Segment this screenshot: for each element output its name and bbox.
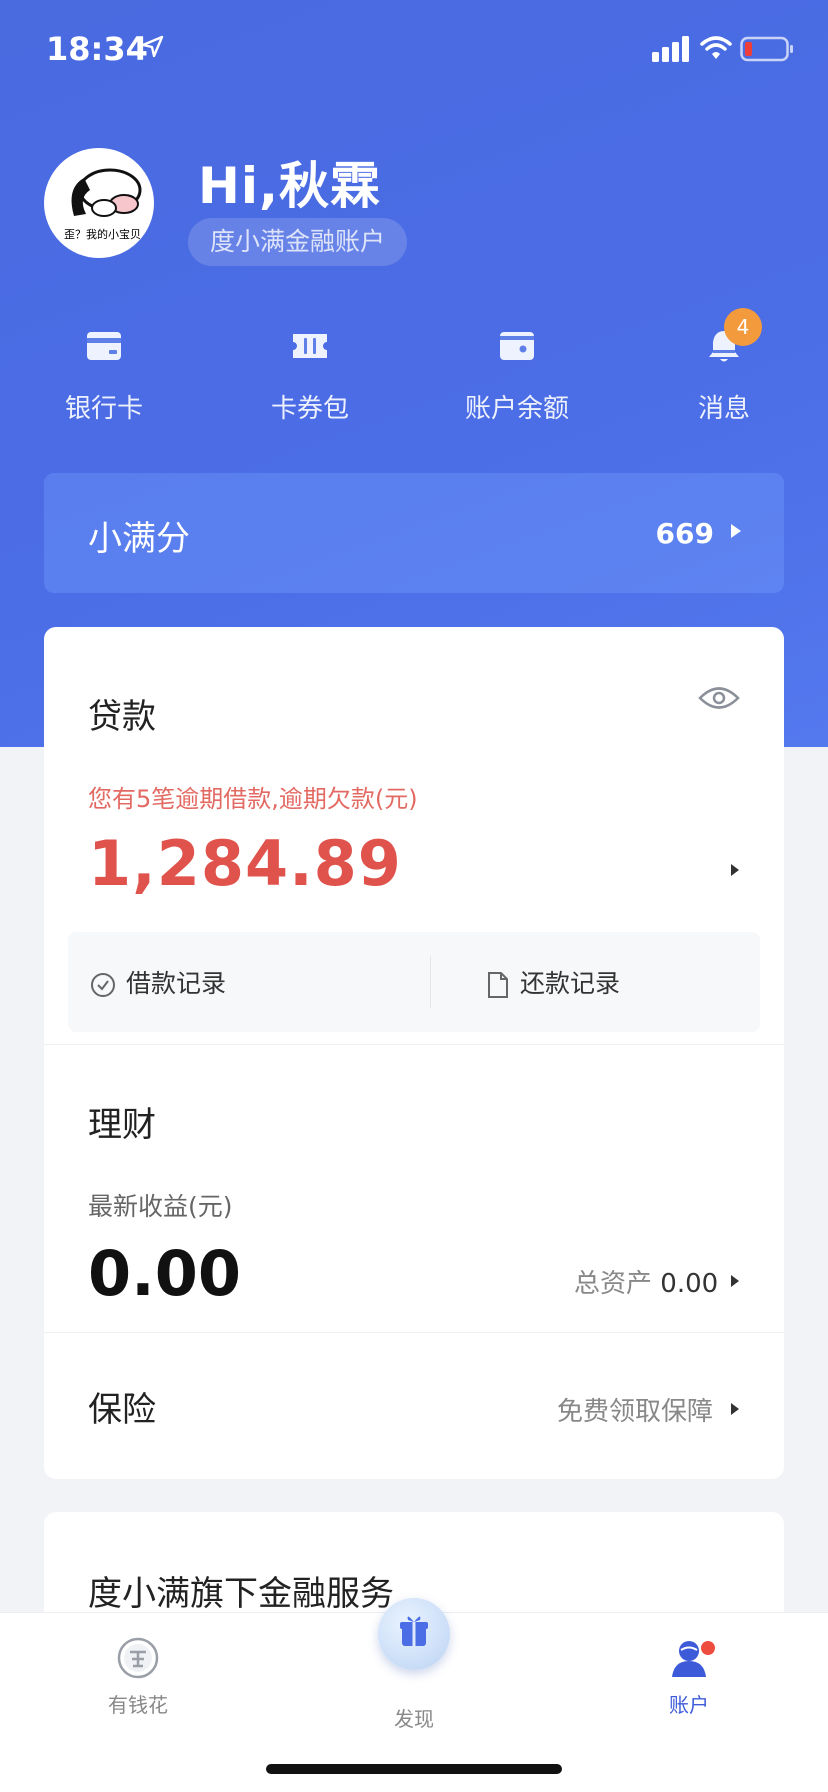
finance-card: 贷款 您有5笔逾期借款,逾期欠款(元) 1,284.89 借款记录 还款记录 理… (44, 627, 784, 1479)
records-bar: 借款记录 还款记录 (68, 932, 760, 1032)
divider (44, 1332, 784, 1333)
arrow-right-icon[interactable] (730, 1402, 740, 1416)
bank-card-icon (87, 332, 121, 360)
quick-action-bank-card[interactable]: 银行卡 (29, 326, 179, 425)
location-arrow-icon (141, 35, 164, 58)
coin-icon (117, 1637, 159, 1679)
tab-label: 有钱花 (108, 1693, 168, 1717)
total-assets-label: 总资产 (574, 1269, 653, 1299)
insurance-title: 保险 (88, 1390, 156, 1430)
insurance-action[interactable]: 免费领取保障 (557, 1391, 713, 1428)
wallet-icon (500, 332, 534, 360)
credit-score-label: 小满分 (88, 519, 190, 559)
overdue-amount[interactable]: 1,284.89 (88, 827, 402, 900)
quick-action-label: 消息 (697, 394, 750, 424)
quick-action-coupons[interactable]: 卡券包 (235, 326, 385, 425)
arrow-right-icon (731, 524, 741, 538)
account-label[interactable]: 度小满金融账户 (188, 218, 408, 266)
coupon-icon (293, 334, 327, 358)
latest-income-value: 0.00 (88, 1237, 241, 1310)
loan-title: 贷款 (88, 697, 156, 737)
cellular-signal-icon (652, 36, 689, 62)
greeting-title: Hi,秋霖 (198, 157, 381, 215)
total-assets-value: 0.00 (660, 1269, 719, 1299)
status-bar: 18:34 (0, 0, 828, 100)
tab-account[interactable]: 账户 (609, 1635, 769, 1718)
wifi-icon (700, 36, 732, 59)
divider (44, 1044, 784, 1045)
credit-score-row[interactable]: 小满分 669 (44, 473, 784, 593)
message-count-badge: 4 (724, 308, 762, 346)
tab-discover[interactable]: 发现 (334, 1695, 494, 1732)
status-time: 18:34 (46, 30, 148, 68)
gift-icon (400, 1616, 428, 1646)
quick-action-messages[interactable]: 消息 (649, 326, 799, 425)
document-icon (488, 972, 508, 998)
arrow-right-icon[interactable] (730, 1274, 740, 1288)
repay-records-label: 还款记录 (520, 969, 621, 998)
tab-label: 发现 (394, 1707, 434, 1731)
wealth-title: 理财 (88, 1105, 156, 1145)
avatar-caption: 歪？我的小宝贝 (64, 228, 141, 241)
tab-label: 账户 (669, 1693, 709, 1717)
battery-icon (740, 36, 793, 62)
check-circle-icon (91, 973, 115, 997)
borrow-records-button[interactable]: 借款记录 (90, 964, 226, 1000)
notification-dot (701, 1641, 715, 1655)
quick-action-label: 卡券包 (270, 394, 349, 424)
avatar[interactable]: 歪？我的小宝贝 (44, 148, 154, 258)
credit-score-value: 669 (655, 517, 714, 550)
repay-records-button[interactable]: 还款记录 (486, 964, 620, 1000)
services-title: 度小满旗下金融服务 (88, 1574, 394, 1614)
arrow-right-icon[interactable] (730, 863, 740, 877)
discover-fab[interactable] (378, 1598, 450, 1670)
divider (430, 956, 431, 1008)
eye-icon[interactable] (698, 685, 740, 711)
home-indicator[interactable] (266, 1764, 562, 1774)
latest-income-label: 最新收益(元) (88, 1192, 233, 1221)
quick-action-label: 账户余额 (464, 394, 569, 424)
tab-youqianhua[interactable]: 有钱花 (58, 1635, 218, 1718)
borrow-records-label: 借款记录 (126, 969, 227, 998)
quick-action-balance[interactable]: 账户余额 (442, 326, 592, 425)
total-assets-link[interactable]: 总资产 0.00 (574, 1263, 718, 1300)
overdue-notice: 您有5笔逾期借款,逾期欠款(元) (88, 785, 418, 813)
quick-action-label: 银行卡 (64, 394, 143, 424)
